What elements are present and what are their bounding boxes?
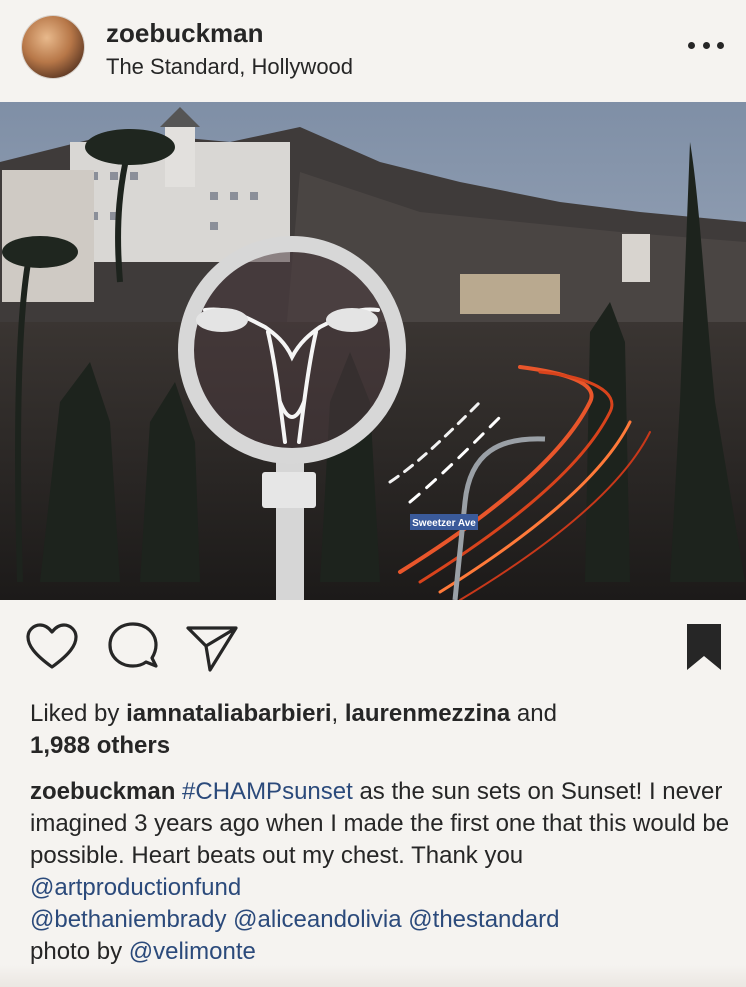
- post-location[interactable]: The Standard, Hollywood: [106, 54, 353, 80]
- likes-and: and: [510, 700, 557, 727]
- post-header: zoebuckman The Standard, Hollywood: [0, 0, 746, 100]
- hashtag-link[interactable]: #CHAMPsunset: [182, 778, 353, 805]
- more-options-icon[interactable]: [688, 30, 724, 60]
- caption-username[interactable]: zoebuckman: [30, 778, 175, 805]
- likes-separator: ,: [331, 700, 345, 727]
- mention-link[interactable]: @bethaniembrady: [30, 906, 226, 933]
- mention-link[interactable]: @thestandard: [408, 906, 559, 933]
- heart-icon[interactable]: [24, 620, 80, 676]
- liked-by-prefix: Liked by: [30, 700, 127, 727]
- liker-link-1[interactable]: iamnataliabarbieri: [126, 700, 331, 727]
- mention-link[interactable]: @aliceandolivia: [233, 906, 401, 933]
- liker-link-2[interactable]: laurenmezzina: [345, 700, 510, 727]
- mention-link[interactable]: @velimonte: [129, 938, 256, 965]
- bookmark-icon[interactable]: [676, 620, 732, 676]
- street-sign: Sweetzer Ave: [412, 518, 476, 529]
- post-photo[interactable]: Sweetzer Ave: [0, 102, 746, 600]
- mention-link[interactable]: @artproductionfund: [30, 874, 241, 901]
- post-caption: zoebuckman #CHAMPsunset as the sun sets …: [30, 776, 730, 968]
- others-likes-link[interactable]: 1,988 others: [30, 732, 170, 759]
- action-bar: [0, 620, 746, 680]
- caption-text-2: photo by: [30, 938, 129, 965]
- post-username[interactable]: zoebuckman: [106, 18, 264, 49]
- photo-illustration: Sweetzer Ave: [0, 102, 746, 600]
- comment-icon[interactable]: [105, 620, 161, 676]
- likes-summary: Liked by iamnataliabarbieri, laurenmezzi…: [30, 698, 720, 762]
- bottom-fade: [0, 965, 746, 987]
- avatar[interactable]: [22, 16, 84, 78]
- send-icon[interactable]: [184, 620, 240, 676]
